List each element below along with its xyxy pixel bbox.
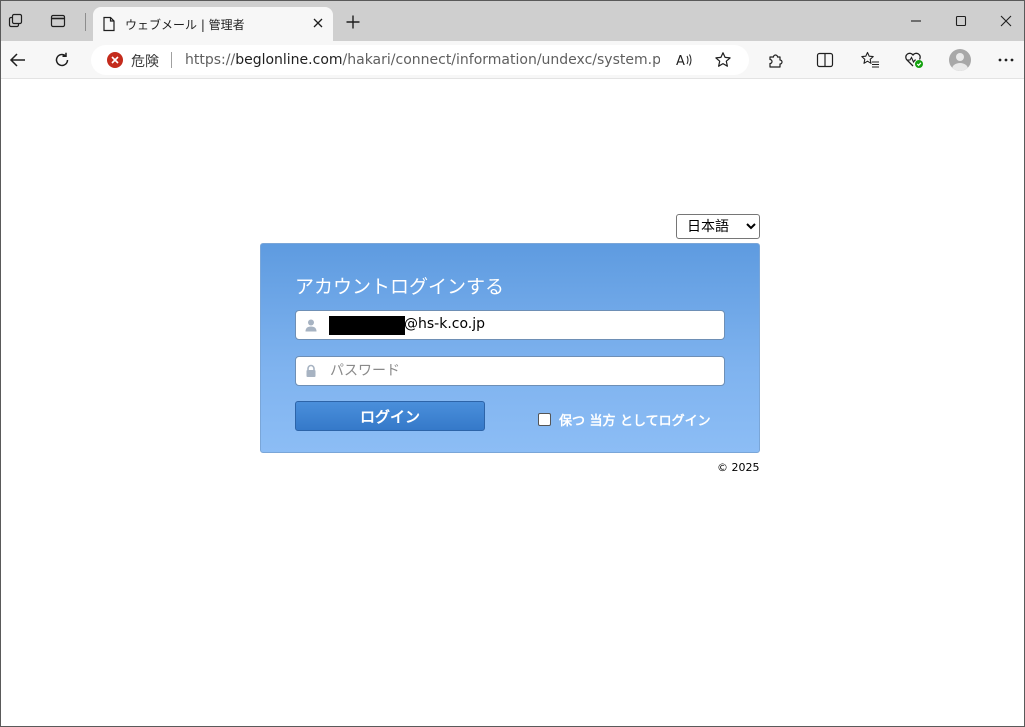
- copyright-text: © 2025: [717, 461, 760, 474]
- favorites-icon[interactable]: [859, 49, 881, 71]
- password-field[interactable]: [295, 356, 725, 386]
- workspaces-icon[interactable]: [4, 9, 28, 33]
- password-input[interactable]: [330, 361, 716, 381]
- active-tab[interactable]: ウェブメール | 管理者: [93, 7, 333, 41]
- user-icon: [305, 319, 317, 332]
- svg-text:A: A: [676, 54, 685, 68]
- back-icon[interactable]: [5, 47, 31, 73]
- read-aloud-icon[interactable]: A: [674, 50, 694, 70]
- more-menu-icon[interactable]: [995, 49, 1017, 71]
- close-window-icon[interactable]: [988, 7, 1024, 35]
- security-label[interactable]: 危険: [131, 51, 159, 71]
- tab-title: ウェブメール | 管理者: [125, 18, 245, 32]
- minimize-icon[interactable]: [898, 7, 934, 35]
- refresh-icon[interactable]: [49, 47, 75, 73]
- remember-me[interactable]: 保つ 当方 としてログイン: [538, 410, 711, 429]
- card-title: アカウントログインする: [295, 276, 505, 298]
- vertical-tabs-icon[interactable]: [46, 9, 70, 33]
- lock-icon: [306, 364, 316, 377]
- browser-toolbar: 危険 https://beglonline.com/hakari/connect…: [1, 41, 1024, 79]
- tab-strip: ウェブメール | 管理者: [1, 1, 1024, 41]
- page-content: 日本語 アカウントログインする @hs-k.co.jp ログイン 保つ 当方 と…: [1, 80, 1024, 726]
- page-icon: [102, 16, 116, 36]
- email-field[interactable]: @hs-k.co.jp: [295, 310, 725, 340]
- browser-window: ウェブメール | 管理者 危険 https://beglonline.com/h…: [0, 0, 1025, 727]
- favorite-star-icon[interactable]: [713, 50, 733, 70]
- split-screen-icon[interactable]: [814, 49, 836, 71]
- email-domain: @hs-k.co.jp: [404, 316, 486, 332]
- url-text[interactable]: https://beglonline.com/hakari/connect/in…: [185, 52, 660, 68]
- omnibox-divider: [171, 52, 172, 68]
- profile-avatar[interactable]: [949, 49, 971, 71]
- extensions-icon[interactable]: [765, 49, 787, 71]
- maximize-icon[interactable]: [943, 7, 979, 35]
- login-card: アカウントログインする @hs-k.co.jp ログイン 保つ 当方 としてログ…: [260, 243, 760, 453]
- redacted-username: [329, 316, 405, 335]
- remember-label[interactable]: 保つ 当方 としてログイン: [559, 410, 711, 429]
- browser-essentials-icon[interactable]: [903, 49, 925, 71]
- remember-checkbox[interactable]: [538, 413, 551, 426]
- address-bar[interactable]: 危険 https://beglonline.com/hakari/connect…: [91, 45, 749, 75]
- danger-icon[interactable]: [107, 52, 123, 68]
- tab-separator: [85, 13, 86, 31]
- login-button[interactable]: ログイン: [295, 401, 485, 431]
- new-tab-icon[interactable]: [342, 11, 364, 33]
- language-select[interactable]: 日本語: [676, 214, 760, 239]
- close-tab-icon[interactable]: [308, 13, 328, 33]
